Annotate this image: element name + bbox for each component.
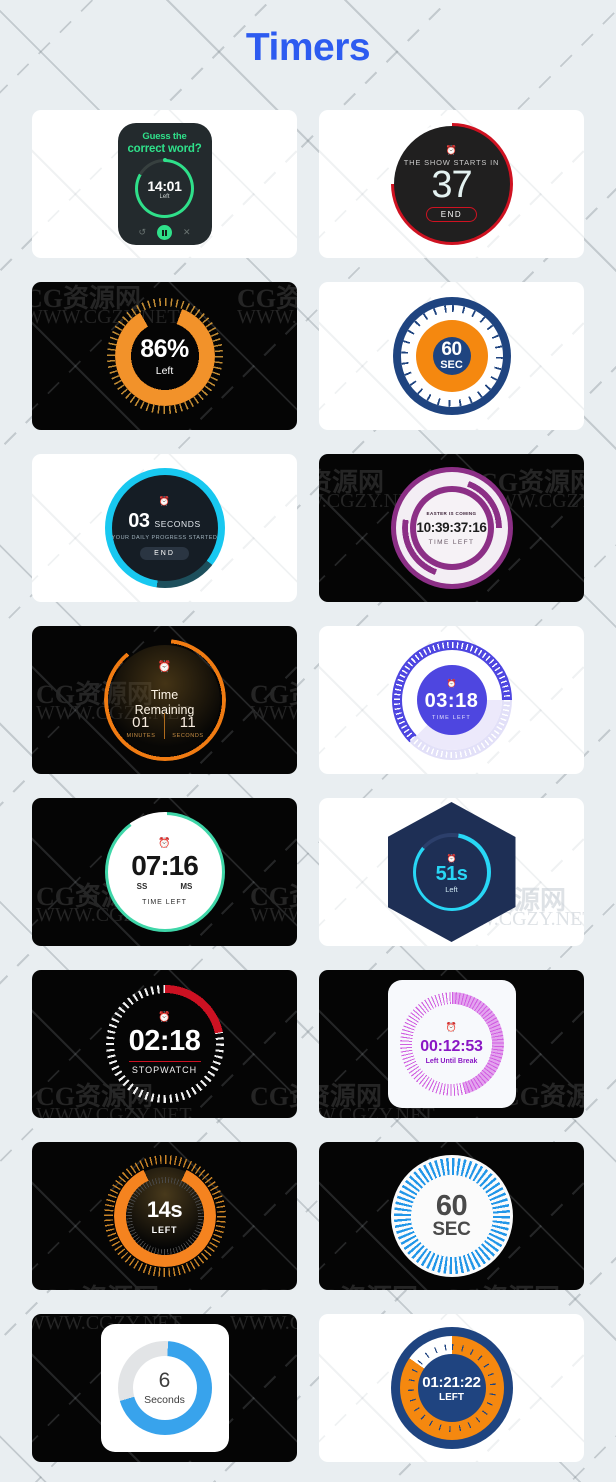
minutes-value: 01	[132, 713, 150, 731]
restart-icon[interactable]: ↺	[138, 227, 146, 238]
timer-value: 03:18	[424, 689, 479, 712]
timer-sublabel: YOUR DAILY PROGRESS STARTED	[111, 534, 218, 541]
timer-label: Seconds	[144, 1394, 185, 1406]
timer-card-fourteen-s[interactable]: CG资源网 CG资源网 14s LEFT	[32, 1142, 297, 1290]
end-button[interactable]: END	[140, 546, 189, 560]
timer-card-show-starts-in[interactable]: ⏰ THE SHOW STARTS IN 37 END	[319, 110, 584, 258]
progress-ring: 14:01 Left	[135, 158, 194, 218]
timer-card-percent-left[interactable]: CG资源网 WWW.CGZY.NET CG资源网 WWW.CGZY.NET 86…	[32, 282, 297, 430]
timer-unit: SEC	[432, 1218, 471, 1240]
timer-card-one-twentyone[interactable]: 01:21:22 LEFT	[319, 1314, 584, 1462]
timer-unit: SECONDS	[154, 518, 201, 529]
divider	[128, 1060, 201, 1063]
timer-card-easter-countdown[interactable]: CG资源网 WWW.CGZY.NET CG资源网 WWW.CGZY.NET EA…	[319, 454, 584, 602]
timer-value: 60	[435, 1189, 468, 1222]
progress-dot	[162, 158, 167, 162]
timer-value: 14:01	[147, 177, 182, 194]
headline-line-1: Time	[150, 688, 179, 702]
page-root: Timers Guess the correct word? 14:01 Lef…	[0, 0, 616, 1482]
timer-value: 01:21:22	[422, 1373, 481, 1391]
watch-body: Guess the correct word? 14:01 Left ↺ ✕	[117, 123, 212, 245]
timer-card-sixty-sec-blue[interactable]: CG资源网 CG资源网 60 SEC	[319, 1142, 584, 1290]
alarm-clock-icon: ⏰	[158, 495, 171, 506]
unit-seconds: SS	[136, 881, 148, 891]
timer-value: 60	[441, 339, 462, 360]
timer-value: 37	[431, 164, 472, 206]
headline-line-1: Guess the	[142, 131, 187, 142]
progress-ring: 6 Seconds	[117, 1341, 212, 1435]
timer-value: 07:16	[131, 849, 199, 881]
alarm-clock-icon: ⏰	[158, 837, 171, 849]
timer-value: 14s	[146, 1197, 183, 1222]
headline-line-2: correct word?	[127, 143, 202, 155]
alarm-clock-icon: ⏰	[445, 1022, 458, 1032]
timer-card-hexagon[interactable]: CG资源网 WWW.CGZY.NET ⏰ 51s Left	[319, 798, 584, 946]
timer-headline: EASTER IS COMING	[426, 510, 477, 516]
timer-card-sixty-sec-navy[interactable]: 60 SEC	[319, 282, 584, 430]
timer-value: 6	[158, 1369, 171, 1392]
timer-label: Left	[445, 884, 458, 894]
timer-card-ss-ms[interactable]: CG资源网 WWW.CGZY.NET CG资源网 WWW.CGZY.NET ⏰ …	[32, 798, 297, 946]
end-button[interactable]: END	[425, 207, 478, 222]
alarm-clock-icon: ⏰	[158, 1011, 171, 1023]
watch-headline: Guess the correct word?	[127, 131, 201, 155]
timer-label: TIME LEFT	[432, 714, 471, 721]
timer-label: STOPWATCH	[131, 1065, 198, 1076]
alarm-clock-icon: ⏰	[446, 853, 457, 863]
timer-label: TIME LEFT	[428, 538, 475, 546]
close-icon[interactable]: ✕	[183, 227, 191, 238]
alarm-clock-icon: ⏰	[157, 661, 172, 673]
seconds-value: 11	[179, 713, 197, 731]
timer-label: TIME LEFT	[142, 898, 187, 906]
timer-label: LEFT	[151, 1225, 178, 1235]
unit-milliseconds: MS	[180, 881, 193, 891]
seconds-unit: SECONDS	[172, 732, 204, 739]
timer-card-time-left-indigo[interactable]: ⏰ 03:18 TIME LEFT	[319, 626, 584, 774]
timer-card-daily-progress[interactable]: ⏰ 03 SECONDS YOUR DAILY PROGRESS STARTED…	[32, 454, 297, 602]
timer-unit: SEC	[440, 359, 463, 371]
timer-label: Left	[159, 193, 170, 200]
timer-label: Left Until Break	[425, 1058, 478, 1065]
alarm-clock-icon: ⏰	[445, 145, 458, 155]
timer-card-time-remaining[interactable]: CG资源网 WWW.CGZY.NET CG资源网 WWW.CGZY.NET ⏰ …	[32, 626, 297, 774]
pause-icon[interactable]	[157, 225, 172, 240]
timer-label: Left	[155, 365, 174, 377]
timer-card-six-seconds[interactable]: WWW.CGZY.NET WWW.CGZY.NET 6 Seconds	[32, 1314, 297, 1462]
timer-card-guess-word[interactable]: Guess the correct word? 14:01 Left ↺ ✕	[32, 110, 297, 258]
page-title: Timers	[245, 26, 371, 69]
minutes-unit: MINUTES	[126, 732, 156, 739]
timer-value: 00:12:53	[420, 1038, 483, 1055]
timer-value: 10:39:37:16	[416, 519, 487, 535]
alarm-clock-icon: ⏰	[446, 678, 457, 688]
timer-value: 51s	[435, 862, 468, 885]
timer-value: 02:18	[128, 1024, 201, 1057]
timer-value: 03	[128, 509, 150, 532]
timer-label: LEFT	[439, 1391, 464, 1403]
timer-card-grid: Guess the correct word? 14:01 Left ↺ ✕ ⏰…	[32, 110, 584, 1462]
timer-value: 86%	[140, 335, 189, 363]
timer-card-left-until-break[interactable]: CG资源网 WWW.CGZY.NET CG资源网 ⏰ 00:12:53 Left…	[319, 970, 584, 1118]
watch-controls[interactable]: ↺ ✕	[138, 225, 191, 240]
timer-card-stopwatch[interactable]: CG资源网 WWW.CGZY.NET CG资源网 ⏰ 02:18 STOPWAT…	[32, 970, 297, 1118]
